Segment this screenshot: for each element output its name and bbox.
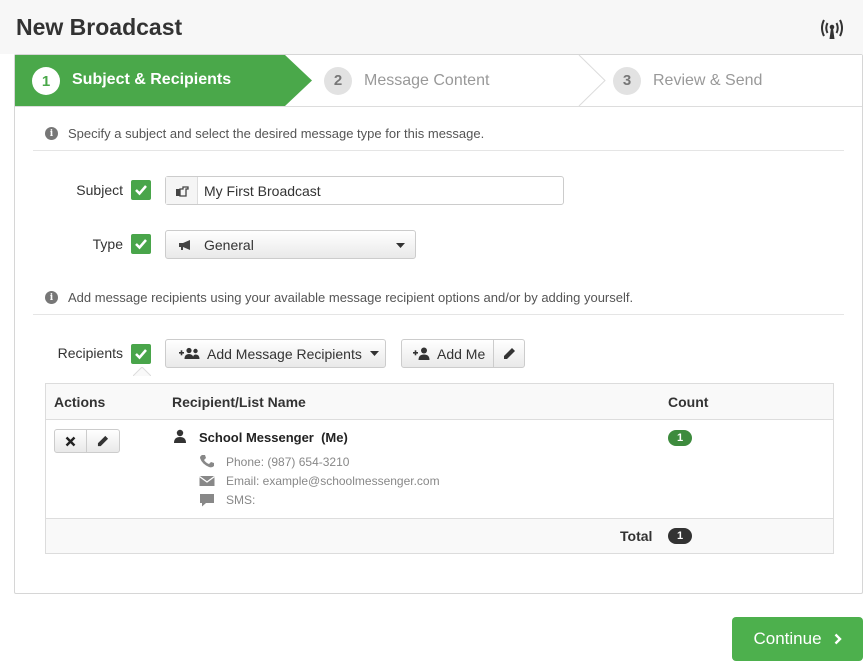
subject-check-icon	[131, 180, 151, 200]
recipients-label: Recipients	[57, 345, 123, 361]
recipients-hint: Add message recipients using your availa…	[68, 290, 634, 305]
header-bar: New Broadcast	[0, 0, 863, 54]
chevron-down-icon	[396, 243, 405, 248]
type-check-icon	[131, 234, 151, 254]
broadcast-icon[interactable]	[819, 15, 845, 41]
chat-bubble-icon	[200, 494, 214, 507]
wizard-step-message-content[interactable]: 2 Message Content	[324, 55, 489, 106]
wizard-step-review-send[interactable]: 3 Review & Send	[613, 55, 762, 106]
step-number: 2	[324, 66, 352, 95]
recipient-email-text: Email: example@schoolmessenger.com	[226, 474, 440, 488]
wizard-steps: 1 Subject & Recipients 2 Message Content…	[15, 55, 862, 107]
type-label: Type	[92, 236, 123, 252]
pencil-icon	[503, 348, 515, 359]
step-number: 1	[32, 67, 60, 95]
recipient-phone: Phone: (987) 654-3210	[199, 454, 349, 469]
add-me-label: Add Me	[437, 345, 486, 362]
callout-pointer	[133, 367, 151, 376]
info-icon: i	[45, 127, 58, 140]
recipients-check-icon	[131, 344, 151, 364]
step-label: Message Content	[364, 71, 490, 89]
users-add-icon	[179, 347, 200, 359]
recipients-info-row: i Add message recipients using your avai…	[33, 281, 844, 315]
step-number: 3	[613, 66, 641, 95]
recipient-sms: SMS:	[199, 493, 255, 507]
close-icon	[65, 436, 76, 446]
column-header-actions: Actions	[54, 394, 106, 410]
recipients-table: Actions Recipient/List Name Count School…	[45, 383, 834, 554]
row-actions	[54, 429, 120, 453]
step-label: Subject & Recipients	[72, 71, 232, 88]
subject-label: Subject	[76, 182, 123, 198]
subject-input-value: My First Broadcast	[204, 182, 321, 199]
user-icon	[174, 429, 186, 443]
user-add-icon	[413, 347, 430, 360]
continue-button[interactable]: Continue	[732, 617, 863, 661]
recipient-phone-text: Phone: (987) 654-3210	[226, 454, 350, 469]
info-icon: i	[45, 291, 58, 304]
add-me-button[interactable]: Add Me	[402, 340, 494, 367]
type-select-value: General	[204, 236, 254, 253]
continue-label: Continue	[753, 629, 822, 648]
recipient-count-badge: 1	[668, 430, 692, 446]
recipient-sms-text: SMS:	[226, 493, 256, 507]
chevron-right-icon	[834, 633, 842, 645]
megaphone-icon	[179, 239, 190, 250]
table-row: School Messenger (Me) Phone: (987) 654-3…	[46, 420, 833, 519]
pointing-hand-icon	[166, 177, 198, 204]
table-footer: Total 1	[46, 519, 833, 553]
add-message-recipients-button[interactable]: Add Message Recipients	[165, 339, 386, 368]
type-select[interactable]: General	[165, 230, 416, 259]
add-me-button-group: Add Me	[401, 339, 525, 368]
column-header-name: Recipient/List Name	[172, 394, 306, 410]
recipient-name: School Messenger (Me)	[199, 430, 348, 445]
total-label: Total	[620, 528, 653, 544]
envelope-icon	[199, 475, 215, 486]
phone-icon	[200, 455, 214, 468]
add-message-recipients-label: Add Message Recipients	[207, 345, 362, 362]
recipient-email: Email: example@schoolmessenger.com	[199, 474, 440, 488]
chevron-down-icon	[369, 351, 379, 356]
subject-input[interactable]: My First Broadcast	[165, 176, 564, 205]
broadcast-panel: 1 Subject & Recipients 2 Message Content…	[14, 54, 863, 594]
table-header: Actions Recipient/List Name Count	[46, 384, 833, 420]
remove-recipient-button[interactable]	[55, 430, 87, 452]
step-label: Review & Send	[653, 71, 763, 89]
subject-info-row: i Specify a subject and select the desir…	[33, 117, 844, 151]
wizard-step-subject-recipients[interactable]: 1 Subject & Recipients	[15, 55, 313, 106]
step-divider-chevron	[578, 55, 606, 106]
total-count-badge: 1	[668, 528, 692, 544]
page-title: New Broadcast	[16, 14, 183, 40]
edit-me-button[interactable]	[494, 340, 524, 367]
pencil-icon	[97, 435, 109, 447]
edit-recipient-button[interactable]	[87, 430, 119, 452]
column-header-count: Count	[668, 394, 709, 410]
subject-hint: Specify a subject and select the desired…	[68, 126, 485, 141]
